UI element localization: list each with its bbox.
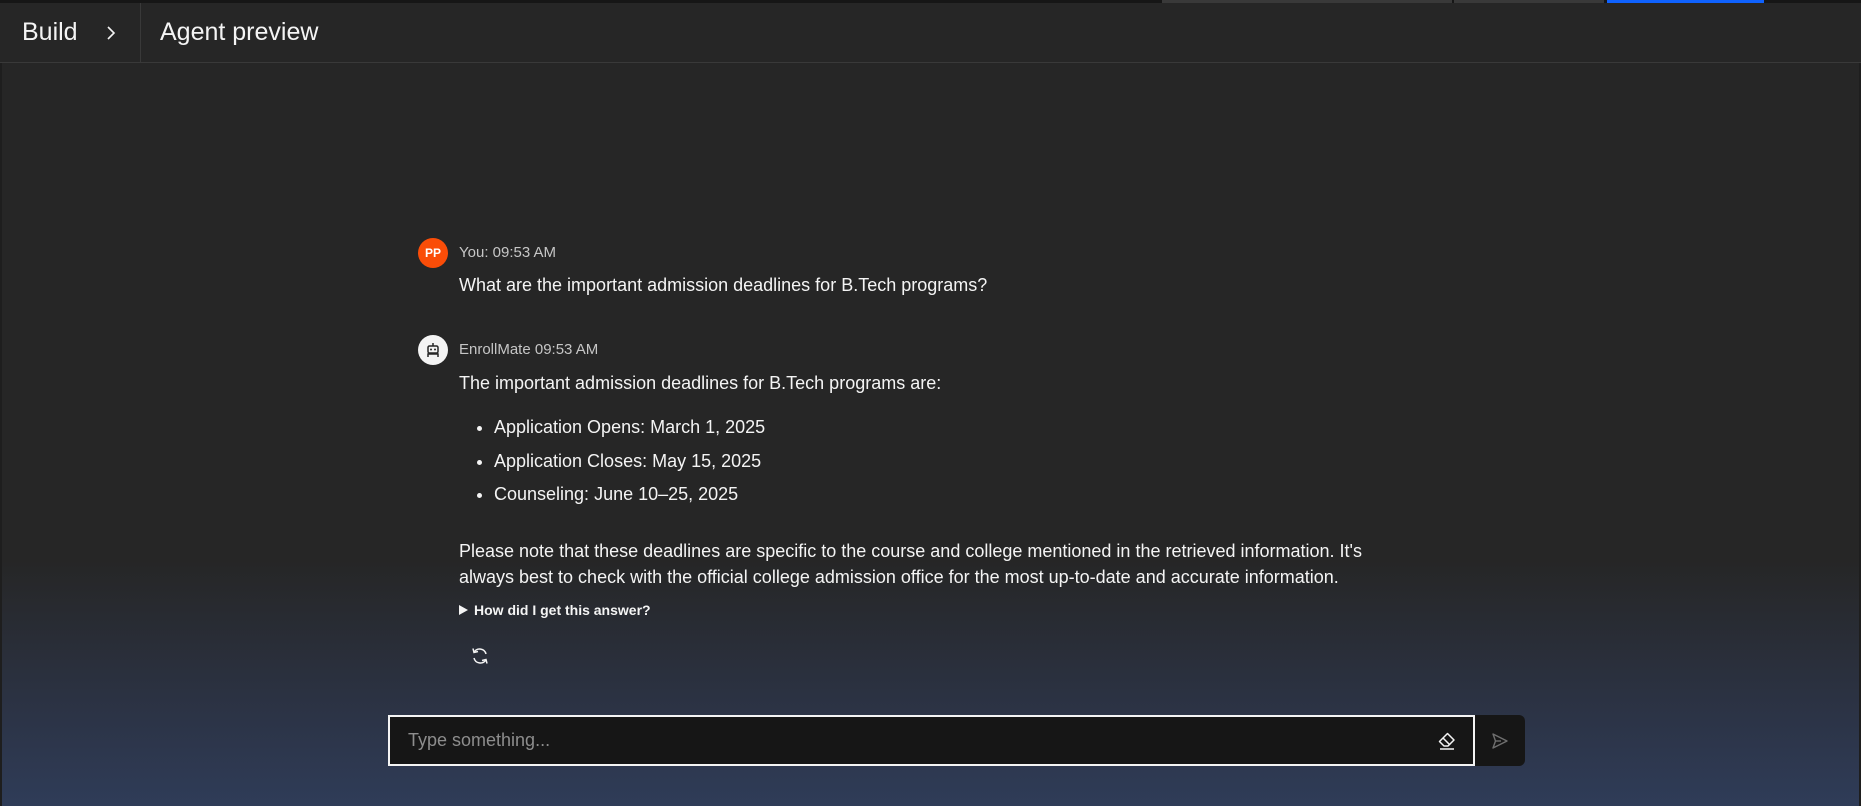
robot-icon <box>427 343 439 357</box>
page-header: Build Agent preview <box>0 3 1861 63</box>
explain-answer-label: How did I get this answer? <box>474 602 651 618</box>
bot-message-intro: The important admission deadlines for B.… <box>459 373 942 393</box>
user-message-meta: You: 09:53 AM <box>459 244 557 261</box>
bot-message-note-line-1: Please note that these deadlines are spe… <box>459 541 1362 561</box>
list-item: Application Opens: March 1, 2025 <box>494 414 765 440</box>
caret-right-icon <box>459 605 468 615</box>
regenerate-button[interactable] <box>468 644 492 668</box>
header-divider <box>140 3 141 63</box>
renew-icon <box>472 648 488 664</box>
list-item: Application Closes: May 15, 2025 <box>494 448 765 474</box>
bot-avatar <box>418 335 448 365</box>
list-item: Counseling: June 10–25, 2025 <box>494 481 765 507</box>
user-message: PP You: 09:53 AM What are the important … <box>418 238 1368 308</box>
eraser-icon <box>1438 732 1455 750</box>
breadcrumb-build-link[interactable]: Build <box>22 20 78 45</box>
message-input[interactable] <box>390 716 1427 765</box>
page-title: Agent preview <box>160 18 319 46</box>
message-composer <box>388 715 1475 766</box>
clear-button[interactable] <box>1427 721 1467 761</box>
bot-message: EnrollMate 09:53 AM The important admiss… <box>418 335 1368 675</box>
send-icon <box>1492 732 1508 749</box>
left-edge <box>0 63 2 806</box>
chevron-right-icon <box>103 25 119 41</box>
bot-message-note-line-2: always best to check with the official c… <box>459 567 1339 587</box>
user-message-text: What are the important admission deadlin… <box>459 275 988 295</box>
explain-answer-toggle[interactable]: How did I get this answer? <box>459 602 651 618</box>
deadline-list: Application Opens: March 1, 2025 Applica… <box>459 414 765 515</box>
send-button[interactable] <box>1475 715 1525 766</box>
bot-message-meta: EnrollMate 09:53 AM <box>459 341 599 358</box>
user-avatar: PP <box>418 238 448 268</box>
